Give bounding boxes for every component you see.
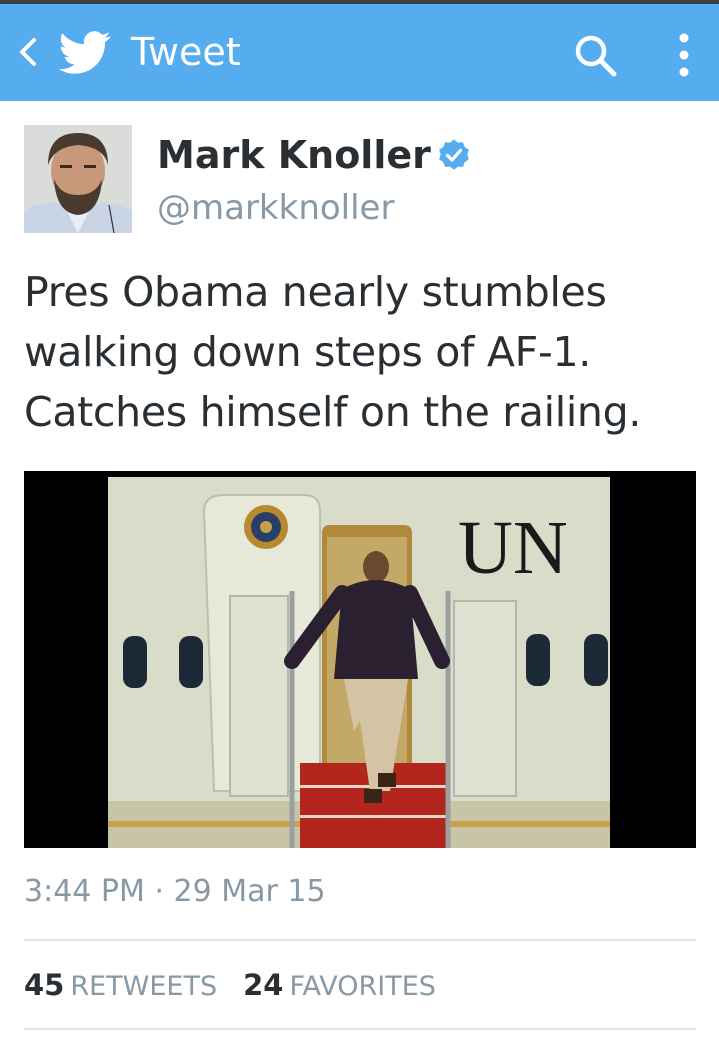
search-icon[interactable] [572,32,620,80]
divider [24,939,696,941]
favorites-stat[interactable]: 24 FAVORITES [243,968,436,1002]
author-handle[interactable]: @markknoller [157,187,394,229]
retweets-stat[interactable]: 45 RETWEETS [24,968,217,1002]
tweet-timestamp: 3:44 PM · 29 Mar 15 [24,874,326,909]
app-bar: Tweet [0,4,719,101]
favorites-count[interactable]: 24 [243,968,283,1002]
divider [24,1028,696,1030]
verified-badge-icon [439,139,469,170]
favorites-label[interactable]: FAVORITES [289,971,435,1002]
more-vertical-icon[interactable] [672,30,696,80]
media-lettering: UN [458,506,568,590]
tweet-stats: 45 RETWEETS 24 FAVORITES [24,968,436,1002]
tweet-text-line: Catches himself on the railing. [24,388,642,436]
twitter-bird-icon [58,31,111,74]
retweets-label[interactable]: RETWEETS [70,971,217,1002]
timestamp-separator: · [154,874,164,909]
author-name-text[interactable]: Mark Knoller [157,133,431,177]
chevron-left-icon[interactable] [14,34,40,70]
tweet-date: 29 Mar 15 [173,874,326,909]
media-photo: UN [24,471,696,848]
tweet-text: Pres Obama nearly stumbles walking down … [24,262,704,442]
avatar-photo [24,125,132,233]
tweet-text-line: Pres Obama nearly stumbles [24,268,607,316]
retweets-count[interactable]: 45 [24,968,64,1002]
tweet-media-image[interactable]: UN [24,471,696,848]
page-title: Tweet [131,30,241,74]
tweet-text-line: walking down steps of AF-1. [24,328,591,376]
author-name[interactable]: Mark Knoller [157,133,471,177]
avatar[interactable] [24,125,132,233]
tweet-time: 3:44 PM [24,874,145,909]
